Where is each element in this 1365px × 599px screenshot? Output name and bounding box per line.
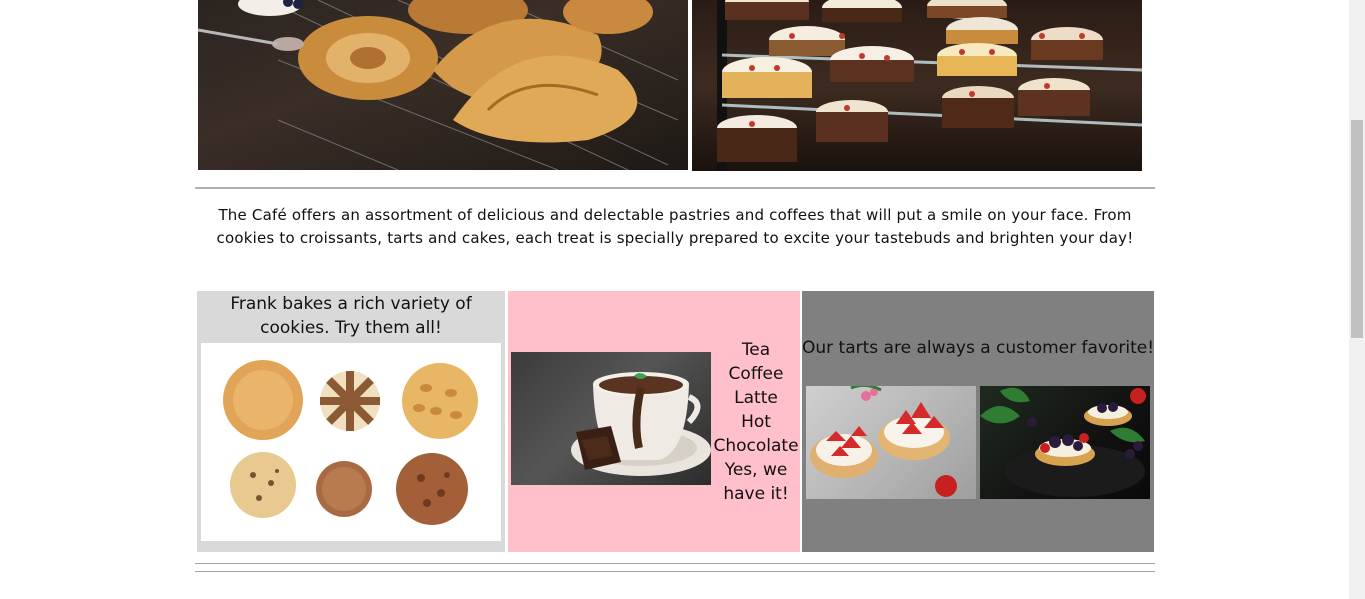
page: The Café offers an assortment of delicio… bbox=[0, 0, 1349, 599]
drink-item: Latte bbox=[734, 388, 778, 408]
cakes-display-image bbox=[692, 0, 1142, 171]
divider-bottom-2 bbox=[195, 571, 1155, 572]
pastries-image bbox=[198, 0, 688, 170]
drink-item: Tea bbox=[741, 340, 771, 360]
drinks-list: Tea Coffee Latte Hot Chocolate Yes, we h… bbox=[712, 338, 800, 506]
hot-chocolate-image bbox=[511, 352, 711, 485]
berry-tarts-image bbox=[980, 386, 1150, 499]
divider-bottom-1 bbox=[195, 563, 1155, 564]
tarts-panel: Our tarts are always a customer favorite… bbox=[802, 291, 1154, 552]
cookies-caption: Frank bakes a rich variety of cookies. T… bbox=[230, 294, 472, 338]
drink-item: Hot Chocolate bbox=[713, 412, 799, 456]
divider-top bbox=[195, 187, 1155, 189]
strawberry-tarts-image bbox=[806, 386, 976, 499]
drinks-panel: Tea Coffee Latte Hot Chocolate Yes, we h… bbox=[508, 291, 800, 552]
tarts-caption: Our tarts are always a customer favorite… bbox=[802, 338, 1155, 358]
drink-item: Yes, we have it! bbox=[723, 460, 789, 504]
drink-item: Coffee bbox=[728, 364, 784, 384]
intro-paragraph: The Café offers an assortment of delicio… bbox=[216, 206, 1134, 247]
scrollbar-thumb[interactable] bbox=[1351, 120, 1363, 338]
page-scrollbar[interactable] bbox=[1349, 0, 1365, 599]
cookies-image bbox=[201, 343, 501, 541]
cookies-panel: Frank bakes a rich variety of cookies. T… bbox=[197, 291, 505, 552]
